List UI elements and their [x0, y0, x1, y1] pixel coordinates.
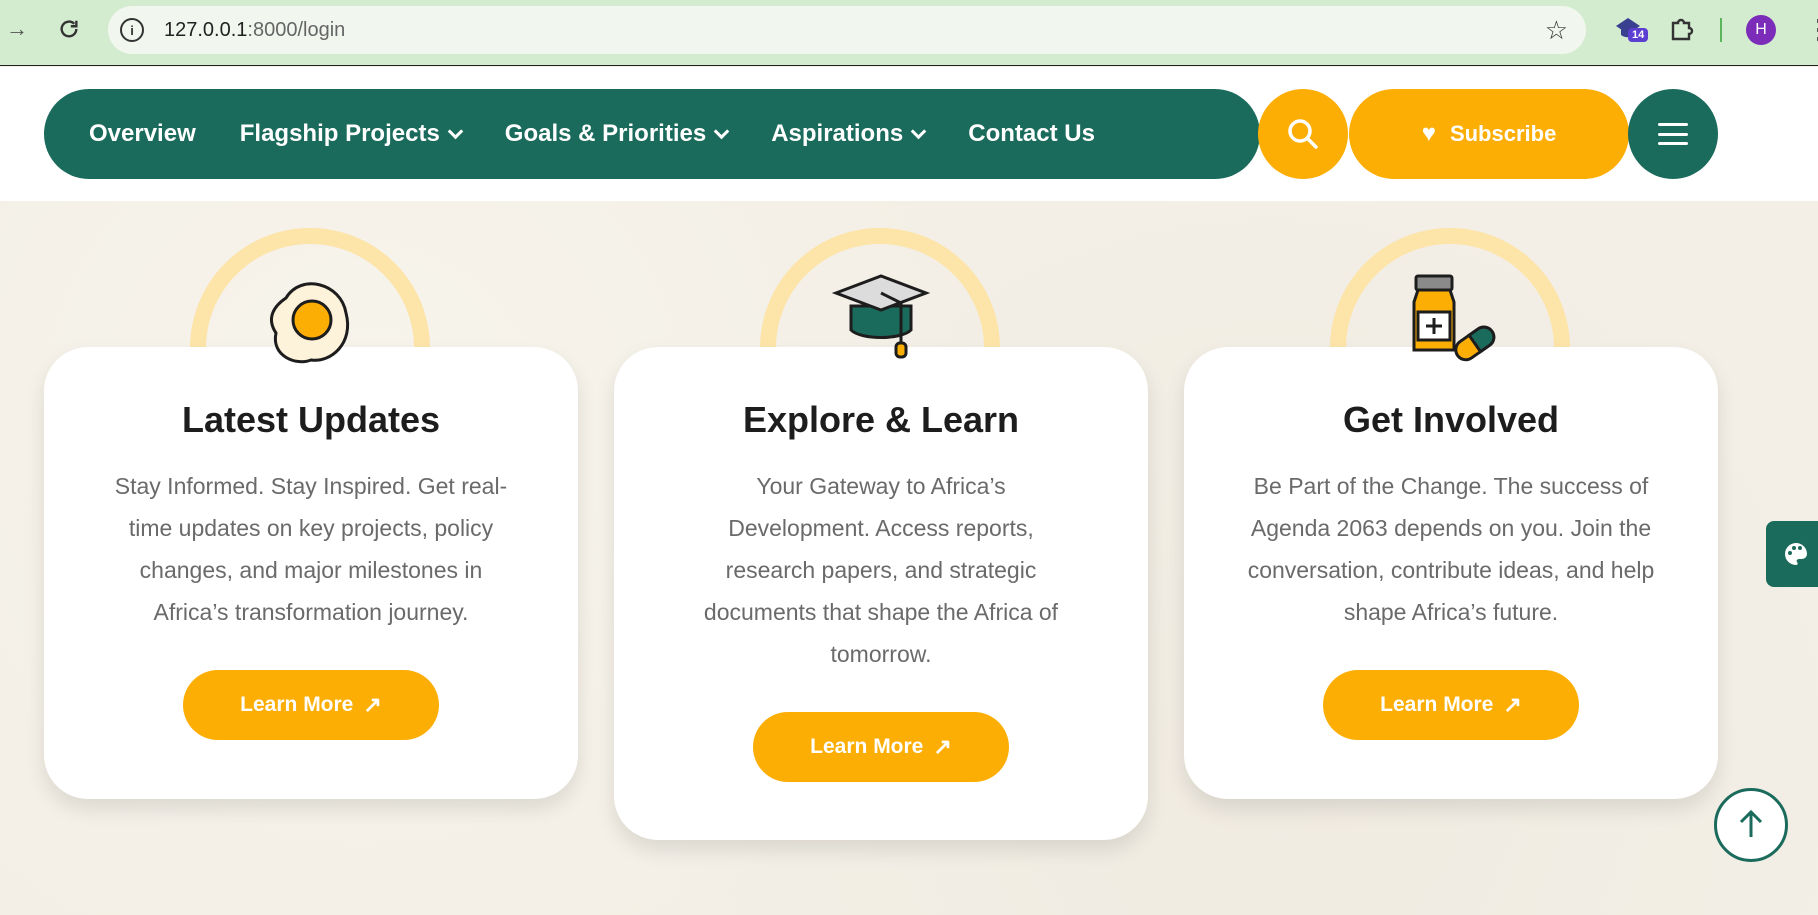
hamburger-menu-button[interactable]	[1628, 89, 1718, 179]
reload-icon[interactable]	[54, 14, 84, 44]
fried-egg-icon	[256, 268, 366, 378]
medicine-bottle-icon	[1396, 268, 1506, 378]
chevron-down-icon	[910, 123, 927, 139]
nav-item-label: Contact Us	[968, 120, 1095, 147]
search-icon	[1288, 119, 1318, 149]
arrow-up-icon	[1739, 809, 1763, 837]
main-nav: Overview Flagship Projects Goals & Prior…	[44, 89, 1260, 179]
url-path: :8000/login	[247, 19, 346, 41]
scroll-to-top-button[interactable]	[1714, 788, 1788, 862]
card-get-involved: Get Involved Be Part of the Change. The …	[1184, 347, 1718, 799]
card-text: Your Gateway to Africa’s Development. Ac…	[703, 473, 1059, 667]
nav-item-label: Flagship Projects	[239, 120, 440, 147]
arrow-up-right-icon: ↗	[1503, 692, 1522, 717]
theme-palette-button[interactable]	[1766, 521, 1818, 587]
address-bar[interactable]: i 127.0.0.1:8000/login ☆	[108, 6, 1586, 54]
nav-item-label: Goals & Priorities	[504, 120, 707, 147]
card-title: Get Involved	[1342, 399, 1560, 440]
url-text[interactable]: 127.0.0.1:8000/login	[164, 19, 345, 42]
nav-item-overview[interactable]: Overview	[89, 120, 196, 148]
extension-icon[interactable]: 14	[1614, 14, 1649, 47]
chevron-down-icon	[713, 123, 730, 139]
browser-toolbar: → i 127.0.0.1:8000/login ☆ 14 H ⋮	[0, 0, 1818, 66]
card-text: Be Part of the Change. The success of Ag…	[1247, 473, 1655, 625]
learn-more-label: Learn More	[240, 693, 354, 716]
card-text: Stay Informed. Stay Inspired. Get real-t…	[114, 473, 508, 625]
learn-more-button[interactable]: Learn More ↗	[1323, 670, 1579, 740]
subscribe-label: Subscribe	[1449, 121, 1557, 146]
forward-icon[interactable]: →	[2, 14, 32, 44]
search-button[interactable]	[1258, 89, 1348, 179]
arrow-up-right-icon: ↗	[363, 692, 382, 717]
subscribe-button[interactable]: ♥ Subscribe	[1349, 89, 1629, 179]
nav-item-contact-us[interactable]: Contact Us	[968, 120, 1095, 148]
heart-icon: ♥	[1421, 120, 1436, 147]
nav-item-aspirations[interactable]: Aspirations	[771, 120, 927, 148]
site-header: Overview Flagship Projects Goals & Prior…	[0, 67, 1818, 201]
learn-more-button[interactable]: Learn More ↗	[753, 712, 1009, 782]
learn-more-label: Learn More	[810, 735, 924, 758]
learn-more-button[interactable]: Learn More ↗	[183, 670, 439, 740]
card-latest-updates: Latest Updates Stay Informed. Stay Inspi…	[44, 347, 578, 799]
nav-item-label: Aspirations	[771, 120, 904, 147]
menu-dots-icon[interactable]: ⋮	[1806, 16, 1818, 42]
info-icon[interactable]: i	[120, 18, 144, 42]
toolbar-divider	[1720, 18, 1722, 42]
card-title: Latest Updates	[181, 399, 441, 440]
graduation-cap-icon	[826, 268, 936, 378]
puzzle-icon[interactable]	[1668, 14, 1696, 47]
nav-item-label: Overview	[89, 120, 196, 147]
profile-avatar[interactable]: H	[1746, 15, 1776, 45]
palette-icon	[1785, 543, 1807, 565]
hamburger-icon	[1658, 123, 1688, 145]
arrow-up-right-icon: ↗	[933, 734, 952, 759]
card-explore-learn: Explore & Learn Your Gateway to Africa’s…	[614, 347, 1148, 840]
url-host: 127.0.0.1	[164, 19, 248, 41]
chevron-down-icon	[447, 123, 464, 139]
extension-badge: 14	[1628, 28, 1649, 42]
card-title: Explore & Learn	[742, 399, 1020, 440]
nav-item-flagship-projects[interactable]: Flagship Projects	[239, 120, 464, 148]
nav-item-goals-priorities[interactable]: Goals & Priorities	[504, 120, 730, 148]
learn-more-label: Learn More	[1380, 693, 1494, 716]
star-icon[interactable]: ☆	[1545, 15, 1568, 46]
